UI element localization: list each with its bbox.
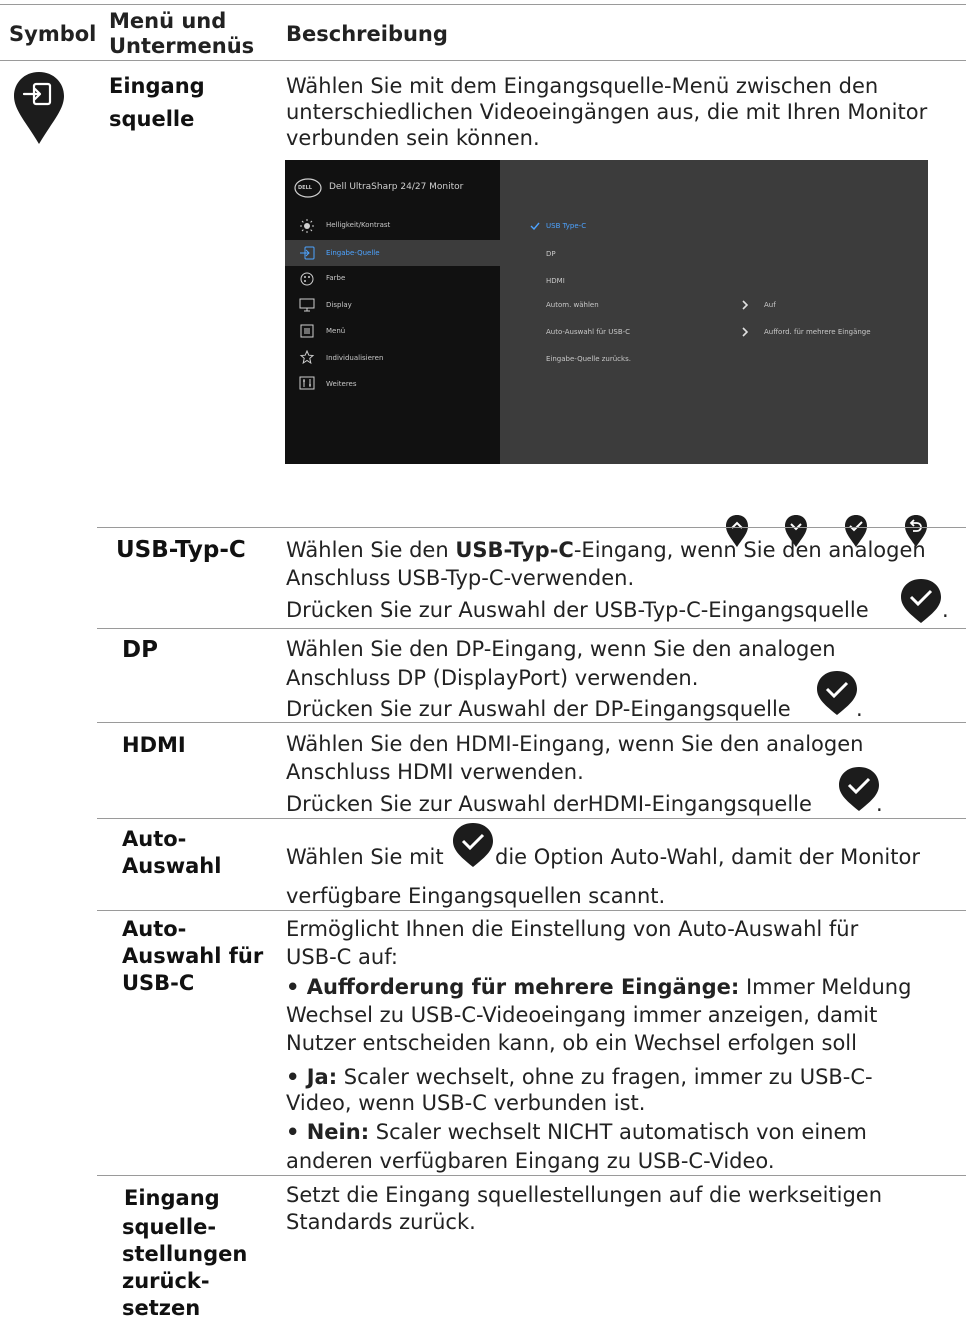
hdmi-desc-line3: Drücken Sie zur Auswahl derHDMI-Eingangs… [286,792,812,816]
check-pin-icon [839,767,879,811]
auto-usbc-bullet1: • Aufforderung für mehrere Eingänge: Imm… [286,975,912,999]
auto-desc-line2: verfügbare Eingangsquellen scannt. [286,884,666,908]
auto-usbc-bullet1-line2: Wechsel zu USB-C-Videoeingang immer anze… [286,1003,878,1027]
osd-option-auto-usbc-value: Aufford. für mehrere Eingänge [764,328,871,336]
osd-option-hdmi[interactable]: HDMI [546,277,565,285]
hdmi-label: HDMI [122,733,186,757]
osd-option-auto[interactable]: Autom. wählen [546,301,599,309]
header-description: Beschreibung [286,22,448,46]
others-icon [299,376,315,390]
auto-usbc-bullet2: • Ja: Scaler wechselt, ohne zu fragen, i… [286,1065,873,1089]
input-source-label-line2: squelle [109,107,195,131]
check-pin-icon [901,579,941,623]
reset-label-line2: squelle- [122,1215,217,1239]
osd-option-auto-usbc[interactable]: Auto-Auswahl für USB-C [546,328,630,336]
row-rule-1 [97,527,966,528]
osd-option-reset[interactable]: Eingabe-Quelle zurücks. [546,355,631,363]
row-rule-4 [97,818,966,819]
chevron-right-icon [742,300,749,310]
osd-selected-highlight [285,240,500,266]
hdmi-desc-line1: Wählen Sie den HDMI-Eingang, wenn Sie de… [286,732,864,756]
reset-label-line4: zurück- [122,1269,210,1293]
reset-desc-line2: Standards zurück. [286,1210,476,1234]
auto-usbc-label-line1: Auto- [122,917,187,941]
auto-usbc-label-line2: Auswahl für [122,944,264,968]
auto-usbc-bullet3-line2: anderen verfügbaren Eingang zu USB-C-Vid… [286,1149,775,1173]
dell-logo-text: DELL [298,185,312,191]
display-icon [299,298,315,312]
auto-usbc-bullet2-line2: Video, wenn USB-C verbunden ist. [286,1091,646,1115]
osd-option-dp[interactable]: DP [546,250,556,258]
usbc-label: USB-Typ-C [116,537,246,563]
usbc-desc-line1: Wählen Sie den USB-Typ-C-Eingang, wenn S… [286,538,926,562]
input-source-desc-line2: unterschiedlichen Videoeingängen aus, di… [286,100,928,124]
hdmi-desc-line2: Anschluss HDMI verwenden. [286,760,584,784]
input-source-desc-line1: Wählen Sie mit dem Eingangsquelle-Menü z… [286,74,879,98]
input-source-desc-line3: verbunden sein können. [286,126,540,150]
auto-usbc-desc-line1: Ermöglicht Ihnen die Einstellung von Aut… [286,917,859,941]
header-menu-line2: Untermenüs [109,34,255,58]
reset-label-line3: stellungen [122,1242,248,1266]
osd-title: Dell UltraSharp 24/27 Monitor [329,182,464,192]
color-icon [300,272,314,286]
usbc-desc-line3: Drücken Sie zur Auswahl der USB-Typ-C-Ei… [286,598,869,622]
osd-left-panel: DELL Dell UltraSharp 24/27 Monitor Helli… [285,160,500,464]
auto-label-line1: Auto- [122,827,187,851]
row-rule-5 [97,910,966,911]
osd-right-panel: USB Type-C DP HDMI Autom. wählen Auf Aut… [500,160,928,464]
row-rule-6 [97,1175,966,1176]
header-rule [0,60,966,61]
check-icon [530,222,540,230]
check-pin-icon [817,671,857,715]
chevron-right-icon [742,327,749,337]
header-menu-line1: Menü und [109,9,227,33]
header-symbol: Symbol [9,22,97,46]
hdmi-period: . [876,792,883,816]
osd-option-usbc[interactable]: USB Type-C [546,222,586,230]
osd-screenshot: DELL Dell UltraSharp 24/27 Monitor Helli… [285,160,928,464]
usbc-desc-line2: Anschluss USB-Typ-C-verwenden. [286,566,635,590]
usbc-period: . [942,598,949,622]
dp-label: DP [122,637,158,663]
row-rule-2 [97,628,966,629]
check-pin-icon [453,823,493,867]
brightness-icon [300,219,314,233]
dp-desc-line2: Anschluss DP (DisplayPort) verwenden. [286,666,699,690]
auto-label-line2: Auswahl [122,854,222,878]
auto-usbc-desc-line2: USB-C auf: [286,945,398,969]
input-icon [300,246,315,260]
auto-usbc-label-line3: USB-C [122,971,195,995]
dp-desc-line1: Wählen Sie den DP-Eingang, wenn Sie den … [286,637,836,661]
input-source-pin-icon [14,72,64,144]
osd-option-auto-value: Auf [764,301,776,309]
reset-label-line5: setzen [122,1296,201,1320]
input-source-label-line1: Eingang [109,74,205,98]
auto-usbc-bullet1-line3: Nutzer entscheiden kann, ob ein Wechsel … [286,1031,857,1055]
star-icon [299,350,315,364]
reset-desc-line1: Setzt die Eingang squellestellungen auf … [286,1183,883,1207]
auto-usbc-bullet3: • Nein: Scaler wechselt NICHT automatisc… [286,1120,867,1144]
dp-desc-line3: Drücken Sie zur Auswahl der DP-Eingangsq… [286,697,791,721]
auto-desc-line1-post: die Option Auto-Wahl, damit der Monitor [495,845,920,869]
auto-desc-line1-pre: Wählen Sie mit [286,845,444,869]
reset-label-line1: Eingang [124,1186,220,1210]
row-rule-3 [97,722,966,723]
top-rule [0,4,966,5]
dp-period: . [856,697,863,721]
menu-icon [300,324,314,338]
